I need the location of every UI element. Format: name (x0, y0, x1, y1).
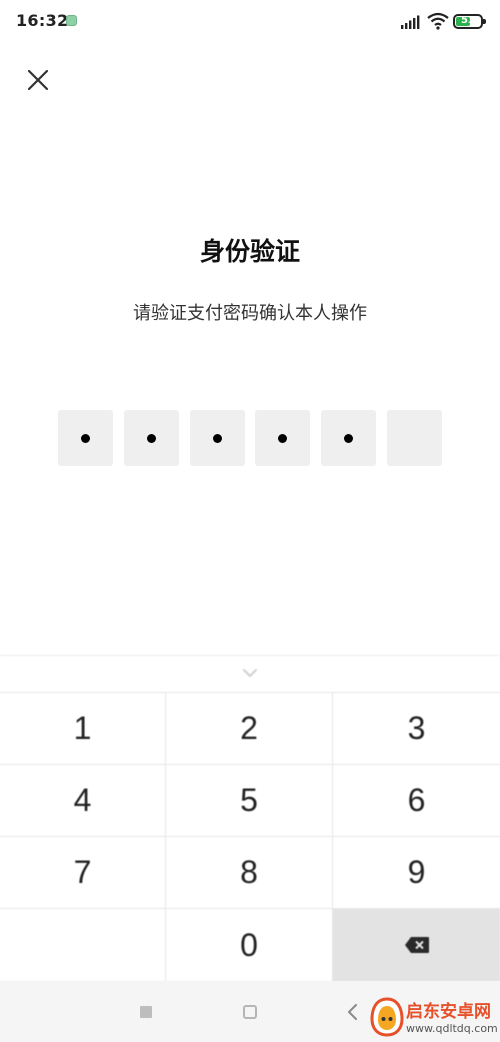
backspace-icon (404, 937, 429, 953)
key-0[interactable]: 0 (166, 909, 333, 982)
battery-level: 53 (461, 15, 475, 26)
key-1[interactable]: 1 (0, 693, 166, 765)
pin-dot (81, 433, 90, 443)
numeric-keypad: 123 456 7890 (0, 655, 500, 982)
delete-key[interactable] (333, 909, 500, 982)
key-4[interactable]: 4 (0, 765, 166, 837)
notification-app-icon (66, 15, 77, 26)
pin-digit-box (321, 410, 377, 466)
wifi-icon (427, 12, 449, 30)
watermark-mascot-icon (370, 997, 404, 1037)
back-button[interactable] (347, 1003, 359, 1021)
close-icon[interactable] (20, 62, 56, 98)
status-time: 16:32 (16, 11, 69, 30)
keypad-keys: 123 456 7890 (0, 692, 500, 982)
key-3[interactable]: 3 (333, 693, 500, 765)
key-5[interactable]: 5 (166, 765, 333, 837)
status-bar: 16:32 53 (0, 0, 500, 44)
key-2[interactable]: 2 (166, 693, 333, 765)
key-7[interactable]: 7 (0, 837, 166, 909)
signal-icon (401, 15, 420, 29)
pin-digit-box (386, 410, 442, 466)
pin-digit-box (255, 410, 311, 466)
pin-dot (344, 433, 354, 443)
key-6[interactable]: 6 (333, 765, 500, 837)
home-button[interactable] (243, 1005, 257, 1019)
watermark-url: www.qdltdq.com (406, 1022, 498, 1035)
empty-key (0, 909, 166, 982)
chevron-down-icon[interactable] (238, 663, 262, 683)
pin-input[interactable] (58, 410, 442, 466)
key-8[interactable]: 8 (166, 837, 333, 909)
battery-icon: 53 (453, 14, 486, 29)
page-title: 身份验证 (199, 237, 300, 266)
recent-apps-button[interactable] (140, 1006, 152, 1018)
watermark-title: 启东安卓网 (406, 1002, 491, 1022)
pin-dot (278, 433, 288, 443)
pin-dot (212, 433, 222, 443)
pin-dot (146, 433, 156, 443)
key-9[interactable]: 9 (333, 837, 500, 909)
pin-digit-box (58, 410, 113, 466)
pin-digit-box (189, 410, 245, 466)
page-subtitle: 请验证支付密码确认本人操作 (133, 303, 367, 324)
pin-digit-box (123, 410, 179, 466)
watermark-logo: 启东安卓网 www.qdltdq.com (366, 995, 500, 1041)
